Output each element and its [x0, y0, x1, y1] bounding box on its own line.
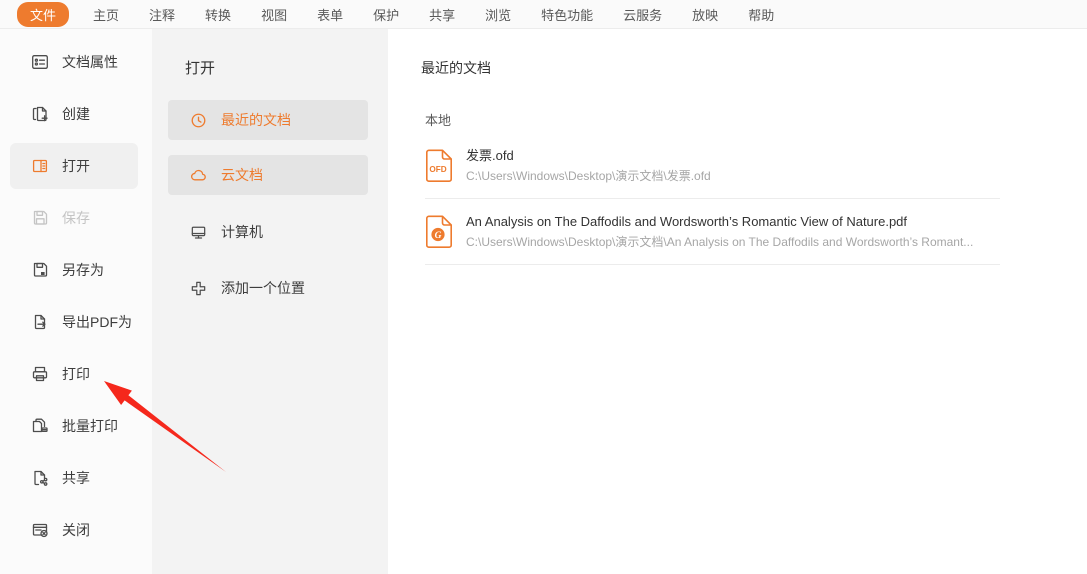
ofd-file-icon: OFD — [425, 149, 453, 183]
panel-item-add-place[interactable]: 添加一个位置 — [168, 268, 368, 308]
open-panel-title: 打开 — [185, 57, 388, 78]
panel-item-label: 计算机 — [221, 222, 263, 242]
menu-bar: 文件 主页 注释 转换 视图 表单 保护 共享 浏览 特色功能 云服务 放映 帮… — [0, 0, 1087, 29]
sidebar-item-save: 保存 — [10, 195, 138, 241]
sidebar-item-label: 打开 — [62, 156, 90, 176]
sidebar-item-label: 创建 — [62, 104, 90, 124]
file-path: C:\Users\Windows\Desktop\演示文档\An Analysi… — [466, 235, 973, 250]
open-panel: 打开 最近的文档 云文档 计算机 — [152, 29, 388, 574]
sidebar-item-close[interactable]: 关闭 — [10, 507, 138, 553]
file-path: C:\Users\Windows\Desktop\演示文档\发票.ofd — [466, 169, 711, 184]
tab-share[interactable]: 共享 — [429, 5, 455, 24]
add-place-plus-icon — [189, 279, 208, 298]
cloud-icon — [189, 166, 208, 185]
tab-file[interactable]: 文件 — [17, 2, 69, 27]
close-document-icon — [30, 520, 50, 540]
tab-featured[interactable]: 特色功能 — [541, 5, 593, 24]
tab-cloud-services[interactable]: 云服务 — [623, 5, 662, 24]
sidebar-item-create[interactable]: 创建 — [10, 91, 138, 137]
clock-icon — [189, 111, 208, 130]
svg-text:G: G — [435, 231, 442, 241]
recent-file-list: OFD 发票.ofd C:\Users\Windows\Desktop\演示文档… — [425, 133, 1000, 265]
svg-text:OFD: OFD — [429, 165, 446, 174]
panel-item-label: 添加一个位置 — [221, 278, 305, 298]
create-document-icon — [30, 104, 50, 124]
panel-item-computer[interactable]: 计算机 — [168, 212, 368, 252]
sidebar-item-save-as[interactable]: 另存为 — [10, 247, 138, 293]
sidebar-item-label: 关闭 — [62, 520, 90, 540]
file-backstage-sidebar: 文档属性 创建 打开 — [0, 29, 152, 574]
sidebar-item-print[interactable]: 打印 — [10, 351, 138, 397]
panel-item-cloud-docs[interactable]: 云文档 — [168, 155, 368, 195]
sidebar-item-label: 文档属性 — [62, 52, 118, 72]
tab-form[interactable]: 表单 — [317, 5, 343, 24]
file-row-analysis-pdf[interactable]: G An Analysis on The Daffodils and Words… — [425, 199, 1000, 265]
tab-view[interactable]: 视图 — [261, 5, 287, 24]
computer-icon — [189, 223, 208, 242]
sidebar-item-doc-properties[interactable]: 文档属性 — [10, 39, 138, 85]
tab-comment[interactable]: 注释 — [149, 5, 175, 24]
open-icon — [30, 156, 50, 176]
share-document-icon — [30, 468, 50, 488]
tab-convert[interactable]: 转换 — [205, 5, 231, 24]
local-section-label: 本地 — [425, 110, 1087, 129]
recent-documents-panel: 最近的文档 本地 OFD 发票.ofd C:\Users\Windows\Des… — [388, 29, 1087, 574]
document-properties-icon — [30, 52, 50, 72]
pdf-file-icon: G — [425, 215, 453, 249]
tab-help[interactable]: 帮助 — [748, 5, 774, 24]
export-pdf-icon — [30, 312, 50, 332]
save-as-icon — [30, 260, 50, 280]
file-name: An Analysis on The Daffodils and Wordswo… — [466, 214, 973, 230]
sidebar-item-open[interactable]: 打开 — [10, 143, 138, 189]
tab-slideshow[interactable]: 放映 — [692, 5, 718, 24]
file-name: 发票.ofd — [466, 148, 711, 164]
sidebar-item-label: 导出PDF为 — [62, 312, 132, 332]
panel-item-label: 最近的文档 — [221, 110, 291, 130]
sidebar-item-label: 保存 — [62, 208, 90, 228]
sidebar-item-label: 打印 — [62, 364, 90, 384]
print-icon — [30, 364, 50, 384]
sidebar-item-label: 共享 — [62, 468, 90, 488]
recent-documents-title: 最近的文档 — [421, 58, 1087, 78]
batch-print-icon — [30, 416, 50, 436]
sidebar-item-share[interactable]: 共享 — [10, 455, 138, 501]
sidebar-item-label: 批量打印 — [62, 416, 118, 436]
tab-browse[interactable]: 浏览 — [485, 5, 511, 24]
panel-item-label: 云文档 — [221, 165, 263, 185]
save-icon — [30, 208, 50, 228]
panel-item-recent-docs[interactable]: 最近的文档 — [168, 100, 368, 140]
tab-protect[interactable]: 保护 — [373, 5, 399, 24]
tab-home[interactable]: 主页 — [93, 5, 119, 24]
file-row-invoice-ofd[interactable]: OFD 发票.ofd C:\Users\Windows\Desktop\演示文档… — [425, 133, 1000, 199]
sidebar-item-batch-print[interactable]: 批量打印 — [10, 403, 138, 449]
sidebar-item-export-pdf[interactable]: 导出PDF为 — [10, 299, 138, 345]
sidebar-item-label: 另存为 — [62, 260, 104, 280]
